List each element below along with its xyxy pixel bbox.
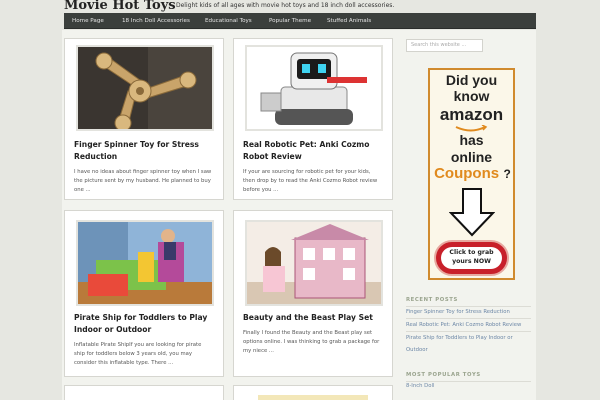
site-header: Movie Hot Toys Delight kids of all ages … bbox=[64, 0, 536, 13]
post-title-line[interactable]: Robot Review bbox=[243, 151, 387, 163]
nav-item-educational-toys[interactable]: Educational Toys bbox=[205, 13, 252, 29]
post-thumbnail-finger-spinner[interactable] bbox=[76, 45, 214, 131]
cta-button-inner: Click to grab yours NOW bbox=[441, 247, 502, 269]
post-title-line[interactable]: Reduction bbox=[74, 151, 218, 163]
site-tagline: Delight kids of all ages with movie hot … bbox=[176, 2, 395, 9]
cta-text: yours NOW bbox=[452, 258, 491, 265]
post-excerpt-line: options online. I was thinking to grab a… bbox=[243, 339, 380, 345]
post-title-line[interactable]: Pirate Ship for Toddlers to Play bbox=[74, 312, 218, 324]
divider bbox=[406, 306, 531, 307]
nav-item-popular-theme[interactable]: Popular Theme bbox=[269, 13, 311, 29]
ad-text: Did you bbox=[445, 72, 498, 88]
cta-text: Click to grab bbox=[449, 249, 494, 256]
post-excerpt-line: Inflatable Pirate ShipIf you are looking… bbox=[74, 342, 202, 348]
post-excerpt-line: If your are sourcing for robotic pet for… bbox=[243, 169, 371, 175]
nav-item-18-inch-doll-accessories[interactable]: 18 Inch Doll Accessories bbox=[122, 13, 190, 29]
recent-post-link[interactable]: Real Robotic Pet: Anki Cozmo Robot Revie… bbox=[406, 321, 531, 329]
post-title-line[interactable]: Real Robotic Pet: Anki Cozmo bbox=[243, 139, 387, 151]
post-card: Real Robotic Pet: Anki Cozmo Robot Revie… bbox=[233, 38, 393, 200]
ad-question-mark: ? bbox=[503, 167, 511, 181]
down-arrow-icon bbox=[449, 188, 495, 237]
ad-text: know bbox=[453, 88, 490, 104]
recent-post-link[interactable]: Outdoor bbox=[406, 346, 531, 354]
post-title-line[interactable]: Beauty and the Beast Play Set bbox=[243, 312, 387, 324]
divider bbox=[406, 331, 531, 332]
recent-posts-heading: RECENT POSTS bbox=[406, 297, 458, 303]
post-card: Beauty and the Beast Play Set Finally I … bbox=[233, 210, 393, 377]
post-excerpt-line: my niece ... bbox=[243, 348, 274, 354]
recent-post-link[interactable]: Finger Spinner Toy for Stress Reduction bbox=[406, 308, 531, 316]
popular-toys-heading: MOST POPULAR TOYS bbox=[406, 372, 481, 378]
ad-coupons-line: Coupons ? bbox=[432, 165, 513, 183]
post-thumbnail-anki-cozmo[interactable] bbox=[245, 45, 383, 131]
post-excerpt-line: consider this inflatable type. There ... bbox=[74, 360, 174, 366]
recent-post-link[interactable]: Pirate Ship for Toddlers to Play Indoor … bbox=[406, 334, 531, 342]
nav-item-stuffed-animals[interactable]: Stuffed Animals bbox=[327, 13, 371, 29]
main-nav: Home Page 18 Inch Doll Accessories Educa… bbox=[64, 13, 536, 29]
post-excerpt-line: I have no ideas about finger spinner toy… bbox=[74, 169, 212, 175]
post-excerpt-line: the picture sent by my husband. He plann… bbox=[74, 178, 211, 184]
ad-text: online bbox=[450, 149, 493, 165]
post-excerpt-line: Finally I found the Beauty and the Beast… bbox=[243, 330, 373, 336]
post-card: Finger Spinner Toy for Stress Reduction … bbox=[64, 38, 224, 200]
amazon-coupons-ad[interactable]: Did you know amazon has online Coupons ?… bbox=[428, 68, 515, 280]
post-card bbox=[64, 385, 224, 400]
ad-text: has bbox=[459, 132, 484, 148]
amazon-logo: amazon bbox=[439, 105, 504, 124]
post-thumbnail-partial[interactable] bbox=[258, 395, 368, 400]
post-excerpt-line: ship for toddlers below 3 years old, you… bbox=[74, 351, 193, 357]
sidebar: Search this website ... Did you know ama… bbox=[398, 30, 536, 400]
nav-item-home[interactable]: Home Page bbox=[72, 13, 104, 29]
post-card: Pirate Ship for Toddlers to Play Indoor … bbox=[64, 210, 224, 377]
post-excerpt-line: then drop by to read the Anki Cozmo Robo… bbox=[243, 178, 378, 184]
search-input[interactable]: Search this website ... bbox=[406, 39, 483, 52]
cta-button[interactable]: Click to grab yours NOW bbox=[434, 240, 509, 276]
site-title[interactable]: Movie Hot Toys bbox=[64, 0, 176, 13]
popular-toy-link[interactable]: 8-Inch Doll bbox=[406, 382, 531, 390]
post-title-line[interactable]: Indoor or Outdoor bbox=[74, 324, 218, 336]
ad-coupons-text: Coupons bbox=[434, 165, 500, 182]
post-thumbnail-beauty-beast-playset[interactable] bbox=[245, 220, 383, 306]
post-excerpt-line: before you ... bbox=[243, 187, 279, 193]
divider bbox=[406, 318, 531, 319]
post-card bbox=[233, 385, 393, 400]
post-excerpt-line: one ... bbox=[74, 187, 91, 193]
post-title-line[interactable]: Finger Spinner Toy for Stress bbox=[74, 139, 218, 151]
post-thumbnail-pirate-ship[interactable] bbox=[76, 220, 214, 306]
